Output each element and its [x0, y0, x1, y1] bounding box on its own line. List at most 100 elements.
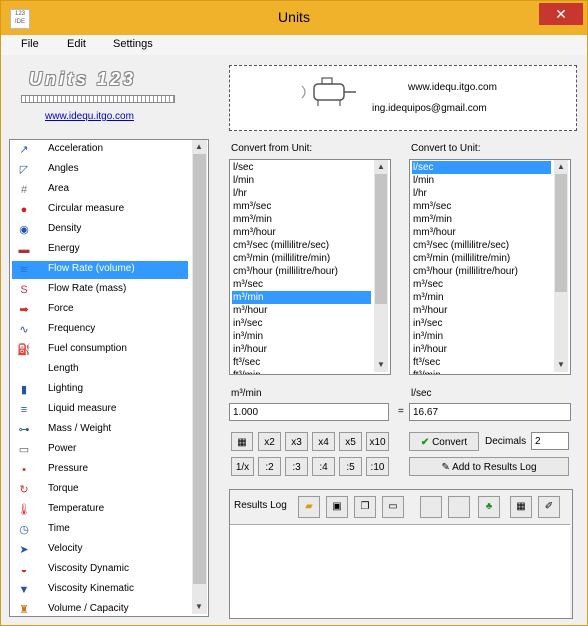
menu-settings[interactable]: Settings [113, 38, 153, 50]
unit-list-item[interactable]: m³/sec [232, 278, 371, 291]
unit-list-item[interactable]: in³/sec [412, 317, 551, 330]
category-scrollbar[interactable]: ▲ ▼ [192, 140, 207, 614]
unit-list-item[interactable]: ft³/min [412, 369, 551, 374]
unit-list-item[interactable]: cm³/sec (millilitre/sec) [232, 239, 371, 252]
category-item[interactable]: ▭ Power [12, 441, 188, 459]
category-item[interactable]: ♜ Volume / Capacity [12, 601, 188, 616]
category-item[interactable]: ◸ Angles [12, 161, 188, 179]
category-item[interactable]: ◒ Viscosity Dynamic [12, 561, 188, 579]
unit-list-item[interactable]: mm³/hour [412, 226, 551, 239]
category-item[interactable]: ▼ Viscosity Kinematic [12, 581, 188, 599]
notes-tool-button[interactable]: ✐ [538, 496, 560, 518]
menu-edit[interactable]: Edit [67, 38, 86, 50]
category-item[interactable]: ➡ Force [12, 301, 188, 319]
unit-list-item[interactable]: in³/hour [412, 343, 551, 356]
unit-list-item[interactable]: in³/min [232, 330, 371, 343]
unit-list-item[interactable]: m³/min [412, 291, 551, 304]
unit-list-item[interactable]: mm³/min [412, 213, 551, 226]
save-log-button[interactable]: ▣ [326, 496, 348, 518]
unit-list-item[interactable]: ft³/sec [412, 356, 551, 369]
scroll-up-arrow-icon[interactable]: ▲ [554, 160, 568, 174]
category-item[interactable]: ⊶ Mass / Weight [12, 421, 188, 439]
unit-list-item[interactable]: in³/min [412, 330, 551, 343]
website-link[interactable]: www.idequ.itgo.com [45, 111, 134, 122]
input-value-field[interactable]: 1.000 [229, 403, 389, 421]
blank-tool-button-2[interactable] [448, 496, 470, 518]
unit-list-item[interactable]: m³/hour [232, 304, 371, 317]
open-log-button[interactable]: ▰ [298, 496, 320, 518]
category-item[interactable]: ↗ Acceleration [12, 141, 188, 159]
scroll-down-arrow-icon[interactable]: ▼ [192, 600, 206, 614]
calc-button[interactable]: 1/x [231, 457, 254, 476]
copy-log-button[interactable]: ❐ [354, 496, 376, 518]
calc-button[interactable]: x2 [258, 432, 281, 451]
calc-button[interactable]: :2 [258, 457, 281, 476]
unit-list-item[interactable]: mm³/hour [232, 226, 371, 239]
scroll-down-arrow-icon[interactable]: ▼ [554, 358, 568, 372]
category-item[interactable]: # Area [12, 181, 188, 199]
calculator-tool-button[interactable]: ▦ [510, 496, 532, 518]
unit-list-item[interactable]: m³/hour [412, 304, 551, 317]
clear-log-button[interactable]: ▭ [382, 496, 404, 518]
convert-from-scroll-thumb[interactable] [375, 174, 387, 304]
category-item[interactable]: ≋ Flow Rate (volume) [12, 261, 188, 279]
category-item[interactable]: ≡ Liquid measure [12, 401, 188, 419]
category-item[interactable]: ◷ Time [12, 521, 188, 539]
unit-list-item[interactable]: mm³/sec [232, 200, 371, 213]
unit-list-item[interactable]: mm³/min [232, 213, 371, 226]
calc-button[interactable]: x10 [366, 432, 389, 451]
calc-button[interactable]: x3 [285, 432, 308, 451]
unit-list-item[interactable]: cm³/min (millilitre/min) [232, 252, 371, 265]
unit-list-item[interactable]: cm³/hour (millilitre/hour) [232, 265, 371, 278]
unit-list-item[interactable]: in³/sec [232, 317, 371, 330]
results-log-area[interactable] [230, 524, 570, 618]
scroll-up-arrow-icon[interactable]: ▲ [192, 140, 206, 154]
output-value-field[interactable]: 16.67 [409, 403, 571, 421]
category-item[interactable]: ● Circular measure [12, 201, 188, 219]
category-item[interactable]: 🌡 Temperature [12, 501, 188, 519]
unit-list-item[interactable]: in³/hour [232, 343, 371, 356]
category-item[interactable]: ⛽ Fuel consumption [12, 341, 188, 359]
convert-from-scrollbar[interactable]: ▲ ▼ [374, 160, 388, 372]
category-item[interactable]: Length [12, 361, 188, 379]
convert-to-scroll-thumb[interactable] [555, 174, 567, 292]
unit-list-item[interactable]: ft³/min [232, 369, 371, 374]
calc-button[interactable]: x5 [339, 432, 362, 451]
unit-list-item[interactable]: mm³/sec [412, 200, 551, 213]
unit-list-item[interactable]: l/hr [412, 187, 551, 200]
add-to-results-log-button[interactable]: ✎ Add to Results Log [409, 457, 569, 476]
calc-button[interactable]: :3 [285, 457, 308, 476]
unit-list-item[interactable]: m³/min [232, 291, 371, 304]
decimals-field[interactable]: 2 [531, 432, 569, 450]
tree-tool-button[interactable]: ♣ [478, 496, 500, 518]
category-item[interactable]: • Pressure [12, 461, 188, 479]
category-scroll-thumb[interactable] [193, 154, 206, 584]
category-item[interactable]: ➤ Velocity [12, 541, 188, 559]
unit-list-item[interactable]: cm³/min (millilitre/min) [412, 252, 551, 265]
calc-button[interactable]: :5 [339, 457, 362, 476]
category-item[interactable]: ↻ Torque [12, 481, 188, 499]
scroll-down-arrow-icon[interactable]: ▼ [374, 358, 388, 372]
unit-list-item[interactable]: m³/sec [412, 278, 551, 291]
unit-list-item[interactable]: cm³/sec (millilitre/sec) [412, 239, 551, 252]
convert-button[interactable]: ✔ Convert [409, 432, 479, 451]
category-item[interactable]: ◉ Density [12, 221, 188, 239]
calculator-button[interactable]: ▦ [231, 432, 253, 451]
blank-tool-button-1[interactable] [420, 496, 442, 518]
calc-button[interactable]: x4 [312, 432, 335, 451]
unit-list-item[interactable]: l/sec [412, 161, 551, 174]
unit-list-item[interactable]: l/hr [232, 187, 371, 200]
unit-list-item[interactable]: l/sec [232, 161, 371, 174]
calc-button[interactable]: :4 [312, 457, 335, 476]
close-button[interactable]: ✕ [539, 3, 583, 25]
unit-list-item[interactable]: cm³/hour (millilitre/hour) [412, 265, 551, 278]
category-item[interactable]: ▬ Energy [12, 241, 188, 259]
category-item[interactable]: ▮ Lighting [12, 381, 188, 399]
unit-list-item[interactable]: ft³/sec [232, 356, 371, 369]
calc-button[interactable]: :10 [366, 457, 389, 476]
category-item[interactable]: ∿ Frequency [12, 321, 188, 339]
menu-file[interactable]: File [21, 38, 39, 50]
unit-list-item[interactable]: l/min [232, 174, 371, 187]
category-item[interactable]: S Flow Rate (mass) [12, 281, 188, 299]
unit-list-item[interactable]: l/min [412, 174, 551, 187]
